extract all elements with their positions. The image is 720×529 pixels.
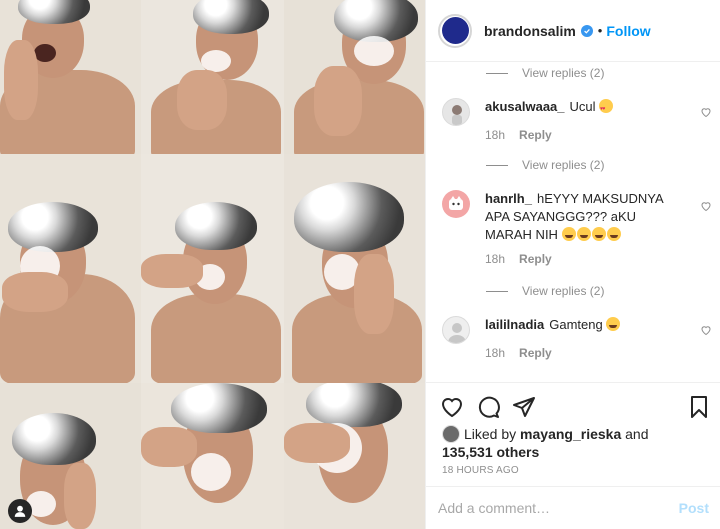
divider: [486, 290, 508, 292]
comment-body: Gamteng: [549, 317, 603, 332]
liker-avatar[interactable]: [442, 425, 460, 443]
like-comment-heart-icon[interactable]: [700, 324, 712, 336]
divider: [486, 72, 508, 74]
post-header: brandonsalim • Follow: [426, 0, 720, 62]
crying-emoji-icons: [561, 227, 622, 242]
likes-connector: and: [625, 426, 649, 442]
view-replies-label: View replies (2): [522, 66, 605, 80]
follow-button[interactable]: Follow: [606, 23, 650, 39]
like-comment-heart-icon[interactable]: [700, 106, 712, 118]
comment-time: 18h: [485, 346, 506, 360]
photo-tile: [141, 0, 284, 154]
photo-tile: [284, 383, 425, 529]
comment-text: akusalwaaa_ Ucul: [485, 98, 685, 118]
likes-prefix: Liked by: [464, 426, 517, 442]
photo-tile: [284, 0, 425, 154]
comment-bubble-icon[interactable]: [476, 395, 500, 419]
comment-username[interactable]: hanrlh_: [485, 191, 532, 206]
avatar[interactable]: [442, 98, 470, 126]
comments-list[interactable]: View replies (2) akusalwaaa_ Ucul 18h Repl…: [426, 62, 720, 382]
loudly-crying-emoji-icon: [606, 317, 621, 331]
username[interactable]: brandonsalim: [484, 23, 576, 39]
comment-text: hanrlh_ hEYYY MAKSUDNYA APA SAYANGGG??? a…: [485, 190, 685, 244]
photo-tile: [284, 154, 425, 383]
avatar[interactable]: [438, 13, 472, 48]
view-replies-button[interactable]: View replies (2): [486, 66, 604, 80]
view-replies-label: View replies (2): [522, 284, 605, 298]
reply-button[interactable]: Reply: [519, 128, 552, 142]
comment-meta: 18h Reply: [485, 252, 566, 266]
avatar[interactable]: [442, 190, 470, 218]
reply-button[interactable]: Reply: [519, 252, 552, 266]
post-button[interactable]: Post: [679, 500, 709, 516]
likes-summary: Liked by mayang_rieska and 135,531 other…: [442, 425, 702, 461]
action-icons: [440, 395, 536, 419]
comment-input[interactable]: [438, 500, 679, 516]
tagged-user-icon[interactable]: [8, 499, 32, 523]
comment-text: laililnadia Gamteng: [485, 316, 685, 334]
like-comment-heart-icon[interactable]: [700, 200, 712, 212]
photo-tile: [141, 154, 284, 383]
comment-meta: 18h Reply: [485, 128, 566, 142]
like-heart-icon[interactable]: [440, 395, 464, 419]
view-replies-button[interactable]: View replies (2): [486, 284, 604, 298]
liker-username[interactable]: mayang_rieska: [520, 426, 621, 442]
list-item: akusalwaaa_ Ucul 18h Reply View replies (2…: [442, 98, 712, 188]
divider: [486, 164, 508, 166]
verified-badge-icon: [580, 24, 593, 37]
comment-body: Ucul: [569, 99, 596, 114]
comment-username[interactable]: akusalwaaa_: [485, 99, 565, 114]
heart-eyes-emoji-icon: [599, 99, 614, 118]
comment-time: 18h: [485, 252, 506, 266]
list-item: laililnadia Gamteng 18h Reply: [442, 316, 712, 376]
comment-time: 18h: [485, 128, 506, 142]
post-photo[interactable]: [0, 0, 425, 529]
share-paper-plane-icon[interactable]: [512, 395, 536, 419]
save-bookmark-icon[interactable]: [687, 395, 711, 419]
photo-tile: [0, 0, 141, 154]
comment-username[interactable]: laililnadia: [485, 317, 544, 332]
photo-tile: [141, 383, 284, 529]
avatar[interactable]: [442, 316, 470, 344]
post-actions: Liked by mayang_rieska and 135,531 other…: [426, 382, 720, 486]
reply-button[interactable]: Reply: [519, 346, 552, 360]
comment-meta: 18h Reply: [485, 346, 566, 360]
view-replies-button[interactable]: View replies (2): [486, 158, 604, 172]
add-comment-bar: Post: [426, 486, 720, 529]
likes-count[interactable]: 135,531 others: [442, 444, 539, 460]
list-item: hanrlh_ hEYYY MAKSUDNYA APA SAYANGGG??? a…: [442, 190, 712, 316]
separator: •: [597, 23, 603, 38]
post-panel: brandonsalim • Follow View replies (2) a…: [425, 0, 720, 529]
photo-tile: [0, 154, 141, 383]
view-replies-label: View replies (2): [522, 158, 605, 172]
post-timestamp[interactable]: 18 HOURS AGO: [442, 465, 519, 476]
